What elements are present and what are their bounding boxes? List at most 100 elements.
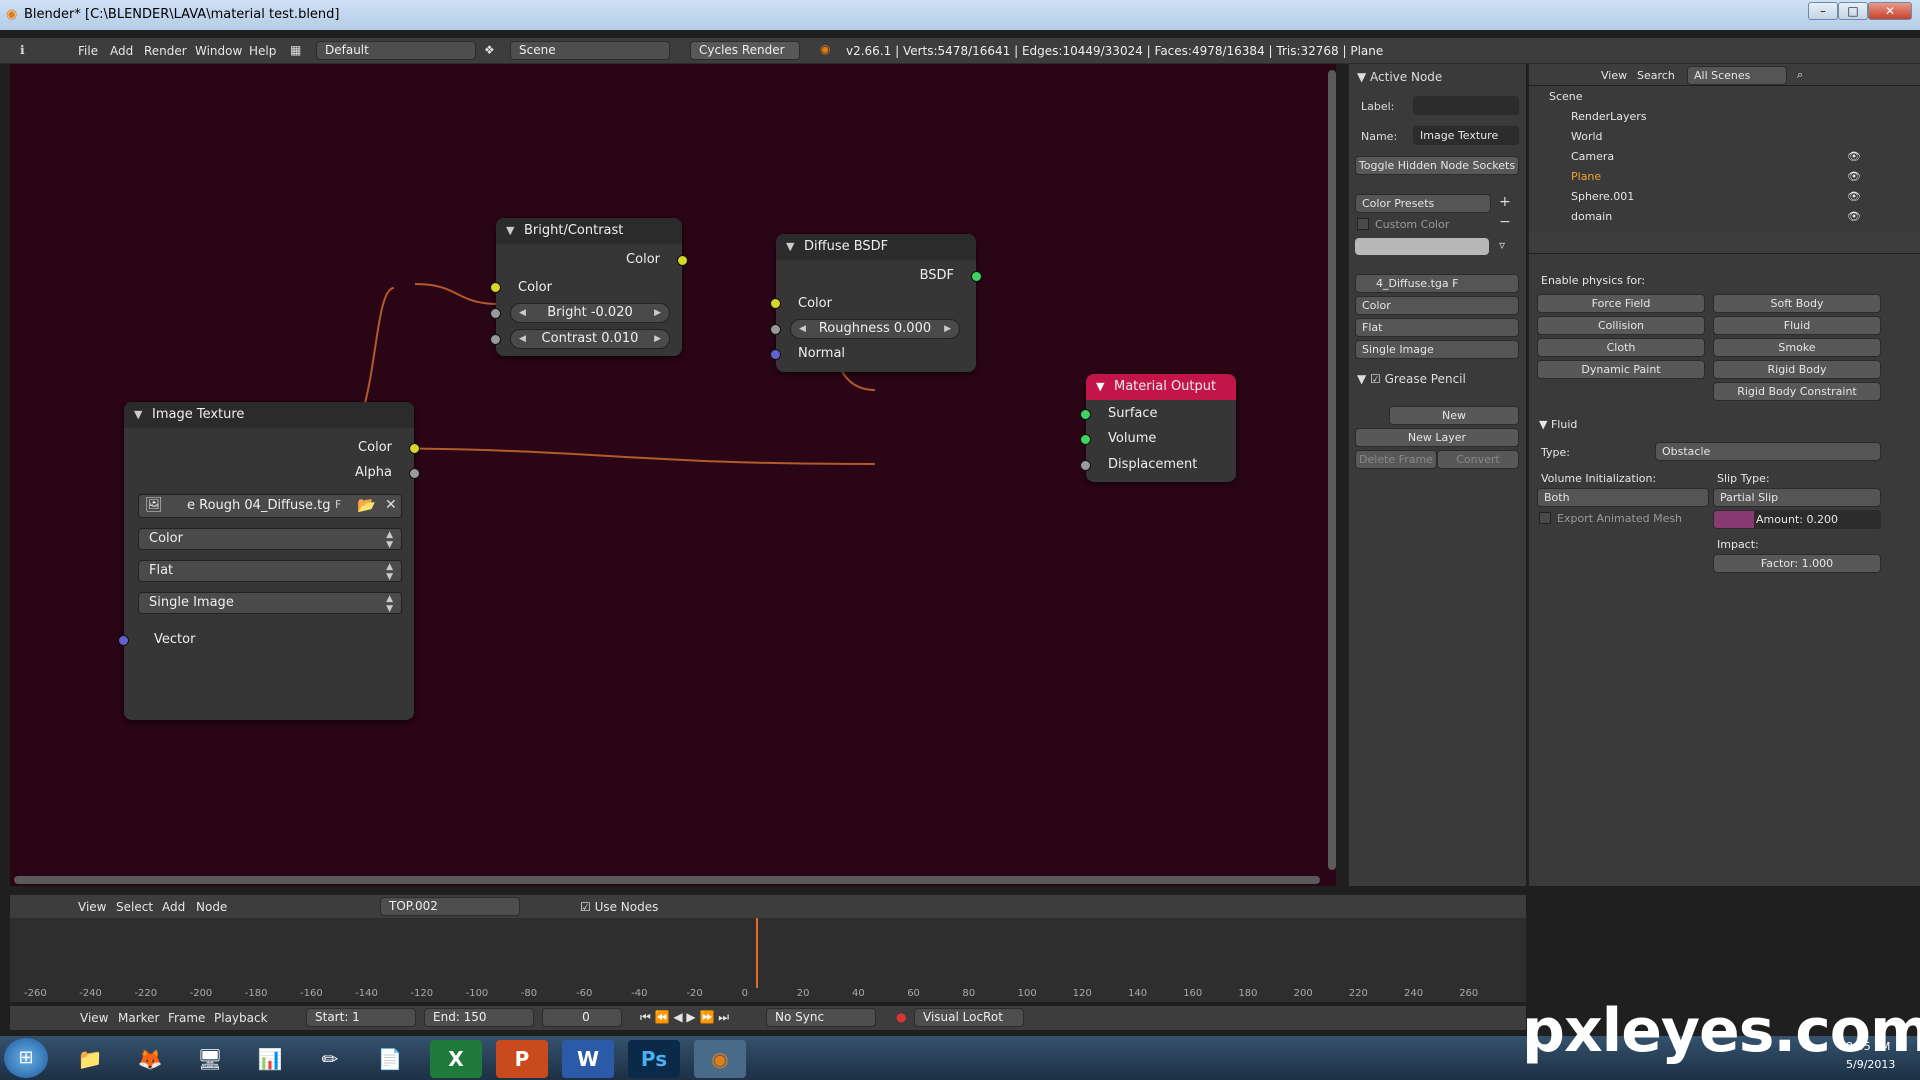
node-material-output[interactable]: ▼ Material Output Surface Volume Displace…: [1080, 374, 1236, 482]
collision-button[interactable]: Collision: [1537, 316, 1705, 335]
node-editor-canvas[interactable]: ▼ Bright/Contrast Color Color ◀ Bright -0.…: [10, 64, 1336, 886]
taskbar-excel-icon[interactable]: X: [430, 1040, 482, 1078]
visibility-eye-icon[interactable]: 👁: [1847, 150, 1861, 163]
material-field[interactable]: TOP.002: [380, 897, 520, 916]
menu-file[interactable]: File: [78, 44, 98, 58]
taskbar-word-icon[interactable]: W: [562, 1040, 614, 1078]
use-nodes-checkbox[interactable]: ☑ Use Nodes: [580, 900, 658, 914]
timeline-editor[interactable]: -260 -240 -220 -200 -180 -160 -140 -120 -100 -80-…: [10, 918, 1526, 1002]
node-menu-view[interactable]: View: [78, 900, 106, 914]
record-icon[interactable]: ●: [896, 1010, 906, 1024]
outliner-item-renderlayers[interactable]: RenderLayers: [1571, 110, 1647, 123]
active-node-panel-header[interactable]: ▼ Active Node: [1357, 70, 1442, 84]
search-icon[interactable]: ⌕: [1797, 68, 1803, 82]
taskbar-tool-icon[interactable]: ✏: [304, 1040, 356, 1078]
keying-set-field[interactable]: Visual LocRot: [914, 1008, 1024, 1027]
node-header[interactable]: ▼ Image Texture: [124, 402, 414, 428]
input-normal-socket[interactable]: [770, 349, 781, 360]
unlink-image-icon[interactable]: ✕: [385, 497, 397, 513]
soft-body-button[interactable]: Soft Body: [1713, 294, 1881, 313]
rigid-body-constraint-button[interactable]: Rigid Body Constraint: [1713, 382, 1881, 401]
node-menu-node[interactable]: Node: [196, 900, 227, 914]
custom-color-swatch[interactable]: [1355, 238, 1489, 255]
smoke-button[interactable]: Smoke: [1713, 338, 1881, 357]
input-bright-socket[interactable]: [490, 308, 501, 319]
scene-field[interactable]: Scene: [510, 41, 670, 60]
input-contrast-socket[interactable]: [490, 334, 501, 345]
image-datablock[interactable]: 🖼 e Rough 04_Diffuse.tg F 📂 ✕: [138, 494, 402, 518]
outliner-search-menu[interactable]: Search: [1637, 69, 1675, 82]
taskbar-explorer-icon[interactable]: 📁: [64, 1040, 116, 1078]
color-space-panel-select[interactable]: Color: [1355, 296, 1519, 315]
node-bright-contrast[interactable]: ▼ Bright/Contrast Color Color ◀ Bright -0.…: [490, 218, 688, 356]
node-header[interactable]: ▼ Diffuse BSDF: [776, 234, 976, 260]
taskbar-photoshop-icon[interactable]: Ps: [628, 1040, 680, 1078]
current-frame-indicator[interactable]: [756, 918, 758, 988]
layout-icon[interactable]: ▦: [290, 43, 301, 57]
menu-render[interactable]: Render: [144, 44, 187, 58]
rigid-body-button[interactable]: Rigid Body: [1713, 360, 1881, 379]
layout-field[interactable]: Default: [316, 41, 476, 60]
dynamic-paint-button[interactable]: Dynamic Paint: [1537, 360, 1705, 379]
image-file-name[interactable]: e Rough 04_Diffuse.tg: [187, 498, 331, 513]
node-diffuse-bsdf[interactable]: ▼ Diffuse BSDF BSDF Color ◀ Roughness 0.00…: [770, 234, 982, 372]
timeline-menu-frame[interactable]: Frame: [168, 1011, 205, 1025]
menu-window[interactable]: Window: [195, 44, 242, 58]
menu-help[interactable]: Help: [249, 44, 276, 58]
color-space-select[interactable]: Color ▲ ▼: [138, 528, 402, 550]
projection-panel-select[interactable]: Flat: [1355, 318, 1519, 337]
image-browse-icon[interactable]: 🖼: [145, 497, 163, 513]
force-field-button[interactable]: Force Field: [1537, 294, 1705, 313]
timeline-menu-view[interactable]: View: [80, 1011, 108, 1025]
taskbar-notepad-icon[interactable]: 📄: [364, 1040, 416, 1078]
scene-icon[interactable]: ❖: [484, 43, 495, 57]
new-grease-pencil-button[interactable]: New: [1389, 406, 1519, 425]
outliner-view-menu[interactable]: View: [1601, 69, 1627, 82]
color-presets-select[interactable]: Color Presets: [1355, 194, 1491, 213]
image-datablock-panel[interactable]: 4_Diffuse.tga F: [1355, 274, 1519, 293]
fluid-type-select[interactable]: Obstacle: [1655, 442, 1881, 461]
end-frame-field[interactable]: End: 150: [424, 1008, 534, 1027]
playback-controls[interactable]: ⏮ ⏪ ◀ ▶ ⏩ ⏭: [640, 1010, 729, 1025]
delete-frame-button[interactable]: Delete Frame: [1355, 450, 1437, 469]
node-header[interactable]: ▼ Material Output: [1086, 374, 1236, 400]
outliner-item-camera[interactable]: Camera: [1571, 150, 1614, 163]
collapse-icon[interactable]: ▼: [506, 218, 514, 244]
input-vector-socket[interactable]: [118, 635, 129, 646]
remove-preset-icon[interactable]: −: [1499, 214, 1511, 230]
taskbar-calculator-icon[interactable]: 📊: [244, 1040, 296, 1078]
outliner-item-plane[interactable]: Plane: [1571, 170, 1601, 183]
timeline-menu-marker[interactable]: Marker: [118, 1011, 159, 1025]
collapse-icon[interactable]: ▼: [1096, 374, 1104, 400]
horizontal-scrollbar[interactable]: [14, 876, 1320, 884]
convert-button[interactable]: Convert: [1437, 450, 1519, 469]
bright-slider[interactable]: ◀ Bright -0.020 ▶: [510, 303, 670, 323]
outliner-item-domain[interactable]: domain: [1571, 210, 1612, 223]
toggle-hidden-sockets-button[interactable]: Toggle Hidden Node Sockets: [1355, 156, 1519, 175]
vertical-scrollbar[interactable]: [1328, 70, 1336, 870]
expand-icon[interactable]: ▿: [1499, 238, 1505, 252]
custom-color-checkbox[interactable]: [1357, 218, 1369, 230]
add-preset-icon[interactable]: +: [1499, 194, 1511, 210]
output-color-socket[interactable]: [409, 443, 420, 454]
node-menu-select[interactable]: Select: [116, 900, 153, 914]
input-roughness-socket[interactable]: [770, 324, 781, 335]
render-engine-select[interactable]: Cycles Render: [690, 41, 800, 60]
collapse-icon[interactable]: ▼: [134, 402, 142, 428]
collapse-icon[interactable]: ▼: [786, 234, 794, 260]
taskbar-computer-icon[interactable]: 🖥: [184, 1040, 236, 1078]
maximize-button[interactable]: □: [1838, 2, 1868, 20]
output-bsdf-socket[interactable]: [971, 271, 982, 282]
sync-select[interactable]: No Sync: [766, 1008, 876, 1027]
input-color-socket[interactable]: [490, 282, 501, 293]
properties-tab-bar[interactable]: [1529, 232, 1920, 254]
output-alpha-socket[interactable]: [409, 468, 420, 479]
fluid-button[interactable]: Fluid: [1713, 316, 1881, 335]
editor-type-icon[interactable]: ℹ: [20, 43, 25, 57]
fluid-panel-header[interactable]: ▼ Fluid: [1539, 418, 1577, 431]
start-frame-field[interactable]: Start: 1: [306, 1008, 416, 1027]
roughness-slider[interactable]: ◀ Roughness 0.000 ▶: [790, 319, 960, 339]
outliner-item-sphere[interactable]: Sphere.001: [1571, 190, 1634, 203]
input-surface-socket[interactable]: [1080, 409, 1091, 420]
label-field[interactable]: [1413, 96, 1519, 115]
